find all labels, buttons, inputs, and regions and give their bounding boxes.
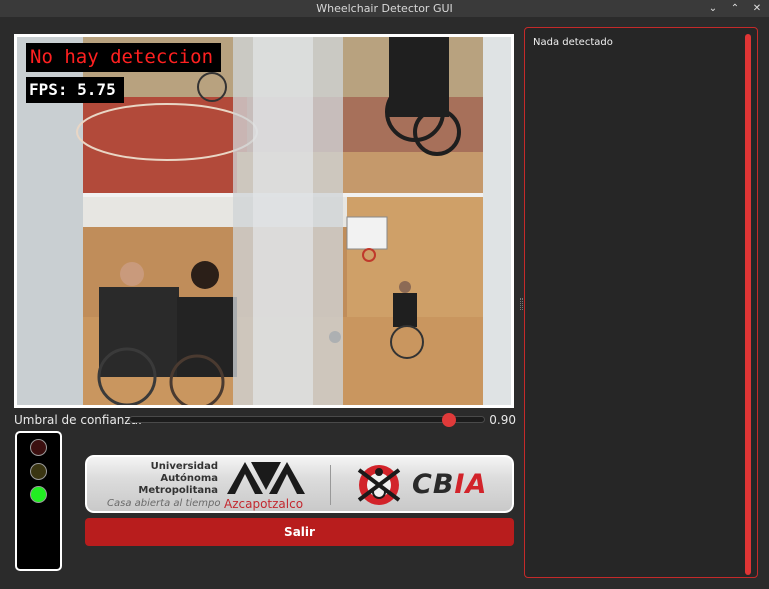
minimize-button[interactable]: ⌄ [707, 0, 719, 17]
window-title: Wheelchair Detector GUI [316, 2, 453, 15]
detections-text: Nada detectado [533, 37, 613, 48]
institution-logos: Universidad Autónoma Metropolitana Casa … [85, 455, 514, 513]
threshold-row: Umbral de confianza: 0.90 [14, 412, 516, 428]
uam-motto: Casa abierta al tiempo [107, 498, 221, 509]
uam-campus: Azcapotzalco [224, 497, 304, 511]
slider-thumb[interactable] [441, 413, 456, 427]
panel-splitter-handle[interactable] [520, 298, 523, 310]
green-light [30, 486, 47, 503]
yellow-light [30, 463, 47, 480]
maximize-button[interactable]: ⌃ [729, 0, 741, 17]
uam-name: Universidad Autónoma Metropolitana [138, 461, 218, 496]
detection-status-overlay: No hay deteccion [26, 43, 222, 72]
logo-divider [330, 465, 331, 505]
window-controls: ⌄ ⌃ ✕ [707, 0, 763, 17]
threshold-slider[interactable] [129, 413, 485, 427]
uam-logo-icon [227, 462, 305, 494]
detections-scrollbar[interactable] [745, 34, 751, 575]
fps-overlay: FPS: 5.75 [26, 77, 124, 103]
threshold-label: Umbral de confianza: [14, 413, 143, 427]
cbia-logo-icon [357, 465, 401, 505]
cbia-wordmark: CBIA [412, 469, 488, 500]
camera-frame: No hay deteccion FPS: 5.75 [14, 34, 514, 408]
detections-panel: Nada detectado [524, 27, 758, 578]
camera-feed: No hay deteccion FPS: 5.75 [17, 37, 511, 405]
threshold-value: 0.90 [489, 413, 516, 427]
red-light [30, 439, 47, 456]
window-titlebar: Wheelchair Detector GUI ⌄ ⌃ ✕ [0, 0, 769, 17]
exit-button[interactable]: Salir [85, 518, 514, 546]
close-button[interactable]: ✕ [751, 0, 763, 17]
traffic-light [15, 431, 62, 571]
